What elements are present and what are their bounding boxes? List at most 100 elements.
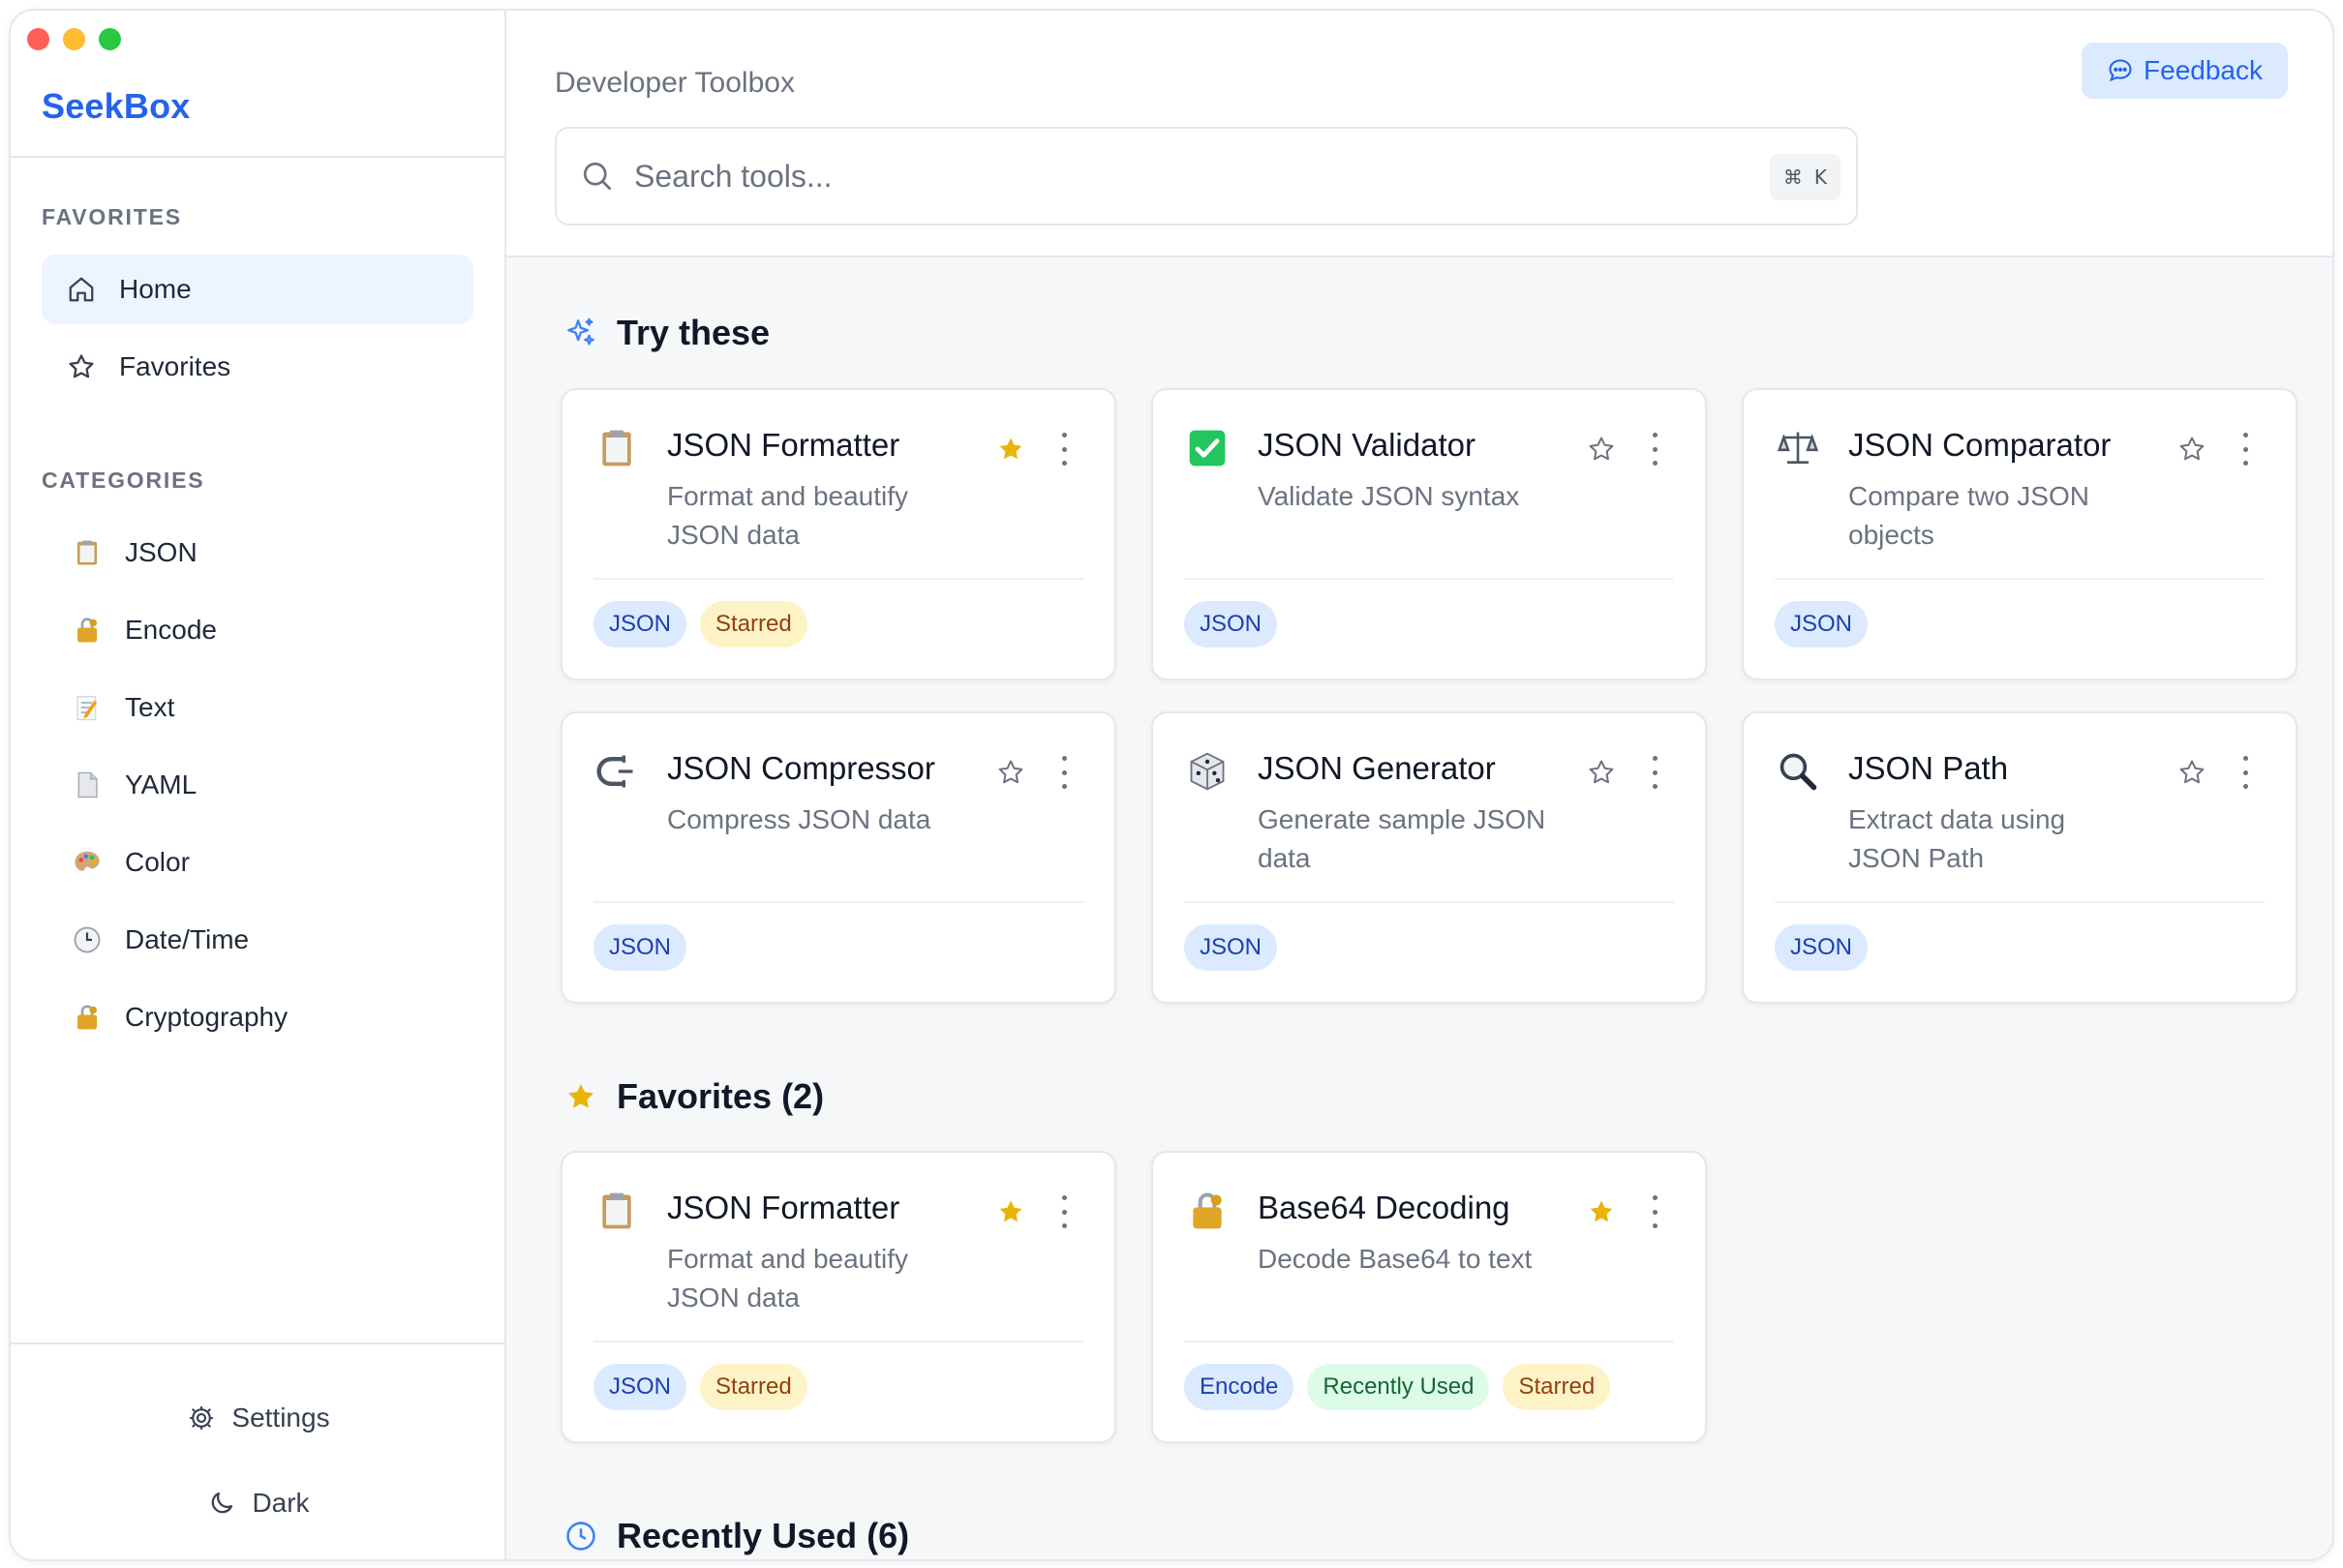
- tag-json[interactable]: JSON: [593, 601, 687, 648]
- card-tags: Encode Recently Used Starred: [1184, 1364, 1611, 1410]
- dice-icon: [1186, 750, 1229, 793]
- star-filled-icon[interactable]: [996, 435, 1025, 464]
- more-options-icon[interactable]: [1647, 433, 1662, 466]
- card-description: Extract data using JSON Path: [1848, 804, 2066, 873]
- card-tags: JSON: [1775, 924, 1869, 971]
- tool-card-json-generator[interactable]: JSON Generator Generate sample JSON data…: [1151, 711, 1707, 1004]
- star-outline-icon[interactable]: [1587, 435, 1616, 464]
- card-description: Format and beautify JSON data: [667, 1244, 909, 1312]
- star-filled-icon[interactable]: [1587, 1197, 1616, 1226]
- star-filled-icon[interactable]: [996, 1197, 1025, 1226]
- close-window-button[interactable]: [27, 28, 49, 50]
- sidebar-divider: [11, 156, 504, 158]
- favorite-card-json-formatter[interactable]: JSON Formatter Format and beautify JSON …: [561, 1151, 1116, 1443]
- magnifier-icon: [1777, 750, 1819, 793]
- tag-json[interactable]: JSON: [593, 1364, 687, 1410]
- card-title: JSON Validator: [1258, 427, 1476, 463]
- card-title: JSON Formatter: [667, 427, 900, 463]
- card-description: Format and beautify JSON data: [667, 481, 909, 550]
- sidebar-item-home[interactable]: Home: [42, 255, 473, 324]
- sidebar-item-datetime[interactable]: Date/Time: [42, 905, 473, 975]
- sidebar-item-label: Text: [125, 692, 175, 722]
- tag-encode[interactable]: Encode: [1184, 1364, 1294, 1410]
- section-title: Recently Used (6): [617, 1516, 910, 1555]
- tool-card-json-compressor[interactable]: JSON Compressor Compress JSON data JSON: [561, 711, 1116, 1004]
- tool-card-json-path[interactable]: JSON Path Extract data using JSON Path J…: [1742, 711, 2297, 1004]
- sidebar-item-favorites[interactable]: Favorites: [42, 332, 473, 402]
- more-options-icon[interactable]: [2237, 433, 2253, 466]
- more-options-icon[interactable]: [2237, 756, 2253, 789]
- lock-key-icon: [71, 614, 104, 647]
- sidebar-item-label: Home: [119, 274, 192, 304]
- app-window: SeekBox FAVORITES Home Favorites CATEGOR…: [9, 9, 2334, 1561]
- tool-card-json-validator[interactable]: JSON Validator Validate JSON syntax JSON: [1151, 388, 1707, 680]
- card-tags: JSON Starred: [593, 1364, 807, 1410]
- window-controls: [27, 28, 121, 50]
- star-outline-icon: [65, 350, 98, 383]
- star-outline-icon[interactable]: [2177, 435, 2206, 464]
- sidebar-item-text[interactable]: Text: [42, 673, 473, 742]
- tag-json[interactable]: JSON: [1775, 601, 1869, 648]
- minimize-window-button[interactable]: [63, 28, 85, 50]
- card-tags: JSON: [1775, 601, 1869, 648]
- card-tags: JSON: [1184, 924, 1278, 971]
- theme-toggle-button[interactable]: Dark: [11, 1474, 506, 1532]
- star-outline-icon[interactable]: [1587, 758, 1616, 787]
- card-title: JSON Comparator: [1848, 427, 2112, 463]
- tag-starred[interactable]: Starred: [1503, 1364, 1611, 1410]
- balance-scale-icon: [1777, 427, 1819, 469]
- chat-bubble-icon: [2109, 59, 2132, 82]
- sidebar-item-label: Encode: [125, 615, 217, 645]
- more-options-icon[interactable]: [1056, 756, 1072, 789]
- tag-starred[interactable]: Starred: [700, 1364, 807, 1410]
- sidebar-item-encode[interactable]: Encode: [42, 595, 473, 665]
- sidebar-item-label: Color: [125, 847, 190, 877]
- favorite-card-base64-decoding[interactable]: Base64 Decoding Decode Base64 to text En…: [1151, 1151, 1707, 1443]
- more-options-icon[interactable]: [1056, 1195, 1072, 1228]
- star-outline-icon[interactable]: [2177, 758, 2206, 787]
- search-bar[interactable]: ⌘ K: [555, 127, 1858, 226]
- sidebar-item-json[interactable]: JSON: [42, 518, 473, 588]
- categories-section-label: CATEGORIES: [42, 467, 205, 493]
- tool-card-json-comparator[interactable]: JSON Comparator Compare two JSON objects…: [1742, 388, 2297, 680]
- top-bar: Developer Toolbox Feedback ⌘ K: [506, 11, 2332, 257]
- more-options-icon[interactable]: [1647, 756, 1662, 789]
- sidebar-item-cryptography[interactable]: Cryptography: [42, 982, 473, 1052]
- zoom-window-button[interactable]: [99, 28, 121, 50]
- command-key-label: ⌘: [1782, 166, 1803, 189]
- sidebar-item-label: YAML: [125, 769, 198, 799]
- sidebar-item-yaml[interactable]: YAML: [42, 750, 473, 820]
- section-title: Try these: [617, 313, 771, 352]
- tag-json[interactable]: JSON: [1775, 924, 1869, 971]
- more-options-icon[interactable]: [1647, 1195, 1662, 1228]
- settings-button[interactable]: Settings: [11, 1389, 506, 1447]
- recently-used-heading: Recently Used (6): [564, 1516, 909, 1556]
- tag-recently-used[interactable]: Recently Used: [1307, 1364, 1490, 1410]
- tag-json[interactable]: JSON: [1184, 601, 1278, 648]
- search-input[interactable]: [634, 158, 1699, 195]
- card-tags: JSON: [593, 924, 687, 971]
- search-shortcut-hint: ⌘ K: [1769, 154, 1841, 200]
- k-key-label: K: [1813, 166, 1827, 189]
- tag-json[interactable]: JSON: [593, 924, 687, 971]
- clamp-icon: [595, 750, 638, 793]
- memo-icon: [71, 691, 104, 724]
- card-divider: [1184, 578, 1674, 580]
- card-divider: [1184, 1341, 1674, 1342]
- star-outline-icon[interactable]: [996, 758, 1025, 787]
- card-title: JSON Generator: [1258, 750, 1496, 786]
- more-options-icon[interactable]: [1056, 433, 1072, 466]
- tag-starred[interactable]: Starred: [700, 601, 807, 648]
- card-divider: [1184, 901, 1674, 903]
- sidebar-item-label: Favorites: [119, 351, 231, 381]
- card-description: Validate JSON syntax: [1258, 481, 1520, 511]
- sidebar-bottom-divider: [11, 1342, 504, 1344]
- sidebar-item-color[interactable]: Color: [42, 828, 473, 897]
- feedback-button[interactable]: Feedback: [2082, 43, 2288, 99]
- brand-logo[interactable]: SeekBox: [42, 86, 191, 127]
- tag-json[interactable]: JSON: [1184, 924, 1278, 971]
- card-divider: [593, 1341, 1083, 1342]
- theme-label: Dark: [252, 1488, 310, 1518]
- moon-icon: [212, 1492, 233, 1514]
- tool-card-json-formatter[interactable]: JSON Formatter Format and beautify JSON …: [561, 388, 1116, 680]
